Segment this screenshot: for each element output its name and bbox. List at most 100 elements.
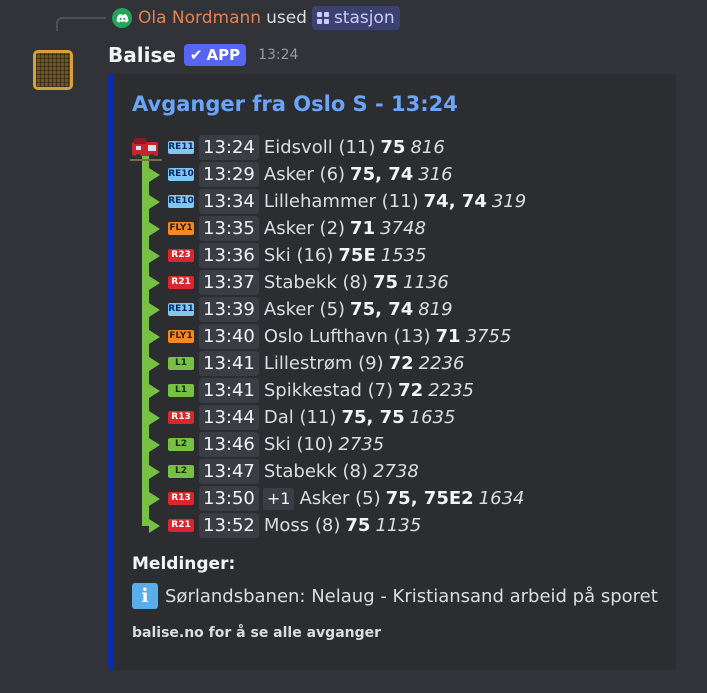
departure-time[interactable]: 13:44 (199, 405, 259, 430)
line-badge: R21 (168, 519, 194, 532)
departure-time[interactable]: 13:34 (199, 189, 259, 214)
train-number: 2236 (418, 353, 465, 374)
route-line (142, 296, 149, 323)
stop-arrow-icon (149, 492, 160, 506)
message-timestamp[interactable]: 13:24 (258, 47, 298, 63)
stop-arrow-icon (149, 222, 160, 236)
departure-time[interactable]: 13:35 (199, 216, 259, 241)
departure-row: FLY1 13:40 Oslo Lufthavn (13) 71 3755 (113, 323, 676, 350)
departure-time[interactable]: 13:29 (199, 162, 259, 187)
message-item: i Sørlandsbanen: Nelaug - Kristiansand a… (132, 583, 658, 609)
line-badge: L1 (168, 384, 194, 397)
departure-content: 13:37 Stabekk (8) 75 1136 (199, 269, 449, 296)
discord-user-icon[interactable] (112, 8, 132, 28)
departure-content: 13:44 Dal (11) 75, 75 1635 (199, 404, 455, 431)
check-icon: ✔ (189, 46, 203, 64)
departure-time[interactable]: 13:47 (199, 459, 259, 484)
departure-time[interactable]: 13:39 (199, 297, 259, 322)
chat-message: Ola Nordmann used stasjon Balise ✔ APP 1… (0, 0, 707, 693)
route-line (142, 188, 149, 215)
track-numbers: 75, 75 (341, 407, 405, 428)
train-number: 1135 (375, 515, 422, 536)
departure-time[interactable]: 13:40 (199, 324, 259, 349)
departure-content: 13:46 Ski (10) 2735 (199, 431, 384, 458)
stop-arrow-icon (149, 411, 160, 425)
stop-arrow-icon (149, 330, 160, 344)
train-number: 2235 (428, 380, 474, 401)
track-numbers: 75, 75E2 (385, 488, 474, 509)
bot-avatar[interactable] (33, 50, 73, 90)
track-numbers: 71 (435, 326, 461, 347)
route-line (142, 485, 149, 512)
departure-row: L2 13:46 Ski (10) 2735 (113, 431, 676, 458)
delay-badge: +1 (262, 487, 295, 510)
departure-content: 13:41 Lillestrøm (9) 72 2236 (199, 350, 464, 377)
line-badge: FLY1 (168, 222, 194, 235)
command-name: stasjon (333, 8, 395, 28)
destination: Stabekk (8) (263, 461, 368, 482)
track-numbers: 72 (388, 353, 414, 374)
departure-time[interactable]: 13:41 (199, 378, 259, 403)
track-numbers: 71 (350, 218, 376, 239)
destination: Lillehammer (11) (263, 191, 419, 212)
departure-time[interactable]: 13:24 (199, 135, 259, 160)
route-line (142, 215, 149, 242)
track-numbers: 75E (338, 245, 376, 266)
route-line (142, 350, 149, 377)
track-numbers: 74, 74 (423, 191, 487, 212)
destination: Eidsvoll (11) (263, 137, 376, 158)
departure-row: L1 13:41 Lillestrøm (9) 72 2236 (113, 350, 676, 377)
line-badge: L1 (168, 357, 194, 370)
line-badge: R21 (168, 276, 194, 289)
departure-time[interactable]: 13:37 (199, 270, 259, 295)
destination: Stabekk (8) (263, 272, 368, 293)
departure-row: R21 13:37 Stabekk (8) 75 1136 (113, 269, 676, 296)
train-number: 816 (410, 137, 445, 158)
line-badge: L2 (168, 465, 194, 478)
track-numbers: 75 (380, 137, 406, 158)
stop-arrow-icon (149, 195, 160, 209)
stop-arrow-icon (149, 168, 160, 182)
track-numbers: 75 (372, 272, 399, 293)
stop-arrow-icon (149, 276, 160, 290)
stop-arrow-icon (149, 438, 160, 452)
departure-time[interactable]: 13:36 (199, 243, 259, 268)
departure-time[interactable]: 13:52 (199, 513, 259, 538)
command-chip[interactable]: stasjon (311, 6, 400, 30)
departure-row: FLY1 13:35 Asker (2) 71 3748 (113, 215, 676, 242)
train-number: 1635 (409, 407, 456, 428)
track-numbers: 75, 74 (350, 299, 414, 320)
train-icon (130, 138, 162, 161)
departure-content: 13:40 Oslo Lufthavn (13) 71 3755 (199, 323, 511, 350)
train-number: 316 (418, 164, 453, 185)
departure-time[interactable]: 13:50 (199, 486, 259, 511)
line-badge: RE10 (168, 168, 194, 181)
destination: Asker (5) (263, 299, 346, 320)
departure-row: RE11 13:39 Asker (5) 75, 74 819 (113, 296, 676, 323)
departure-row: R23 13:36 Ski (16) 75E 1535 (113, 242, 676, 269)
departure-content: 13:24 Eidsvoll (11) 75 816 (199, 134, 445, 161)
stop-arrow-icon (149, 249, 160, 263)
destination: Ski (10) (263, 434, 334, 455)
embed-title[interactable]: Avganger fra Oslo S - 13:24 (132, 92, 458, 116)
route-line (142, 323, 149, 350)
train-number: 3755 (465, 326, 512, 347)
destination: Asker (2) (263, 218, 346, 239)
destination: Moss (8) (263, 515, 341, 536)
destination: Asker (5) (299, 488, 381, 509)
message-header: Balise ✔ APP 13:24 (108, 42, 298, 68)
destination: Lillestrøm (9) (263, 353, 384, 374)
departure-content: 13:34 Lillehammer (11) 74, 74 319 (199, 188, 526, 215)
train-number: 1634 (478, 488, 525, 509)
reply-spine (56, 17, 106, 31)
departure-time[interactable]: 13:46 (199, 432, 259, 457)
slash-command-icon (316, 12, 329, 24)
stop-arrow-icon (149, 303, 160, 317)
route-line (142, 269, 149, 296)
departure-time[interactable]: 13:41 (199, 351, 259, 376)
embed-footer: balise.no for å se alle avganger (132, 625, 382, 641)
command-user-name[interactable]: Ola Nordmann (138, 8, 261, 28)
departure-content: 13:50 +1 Asker (5) 75, 75E2 1634 (199, 485, 524, 512)
bot-name[interactable]: Balise (108, 43, 176, 67)
train-number: 819 (418, 299, 453, 320)
